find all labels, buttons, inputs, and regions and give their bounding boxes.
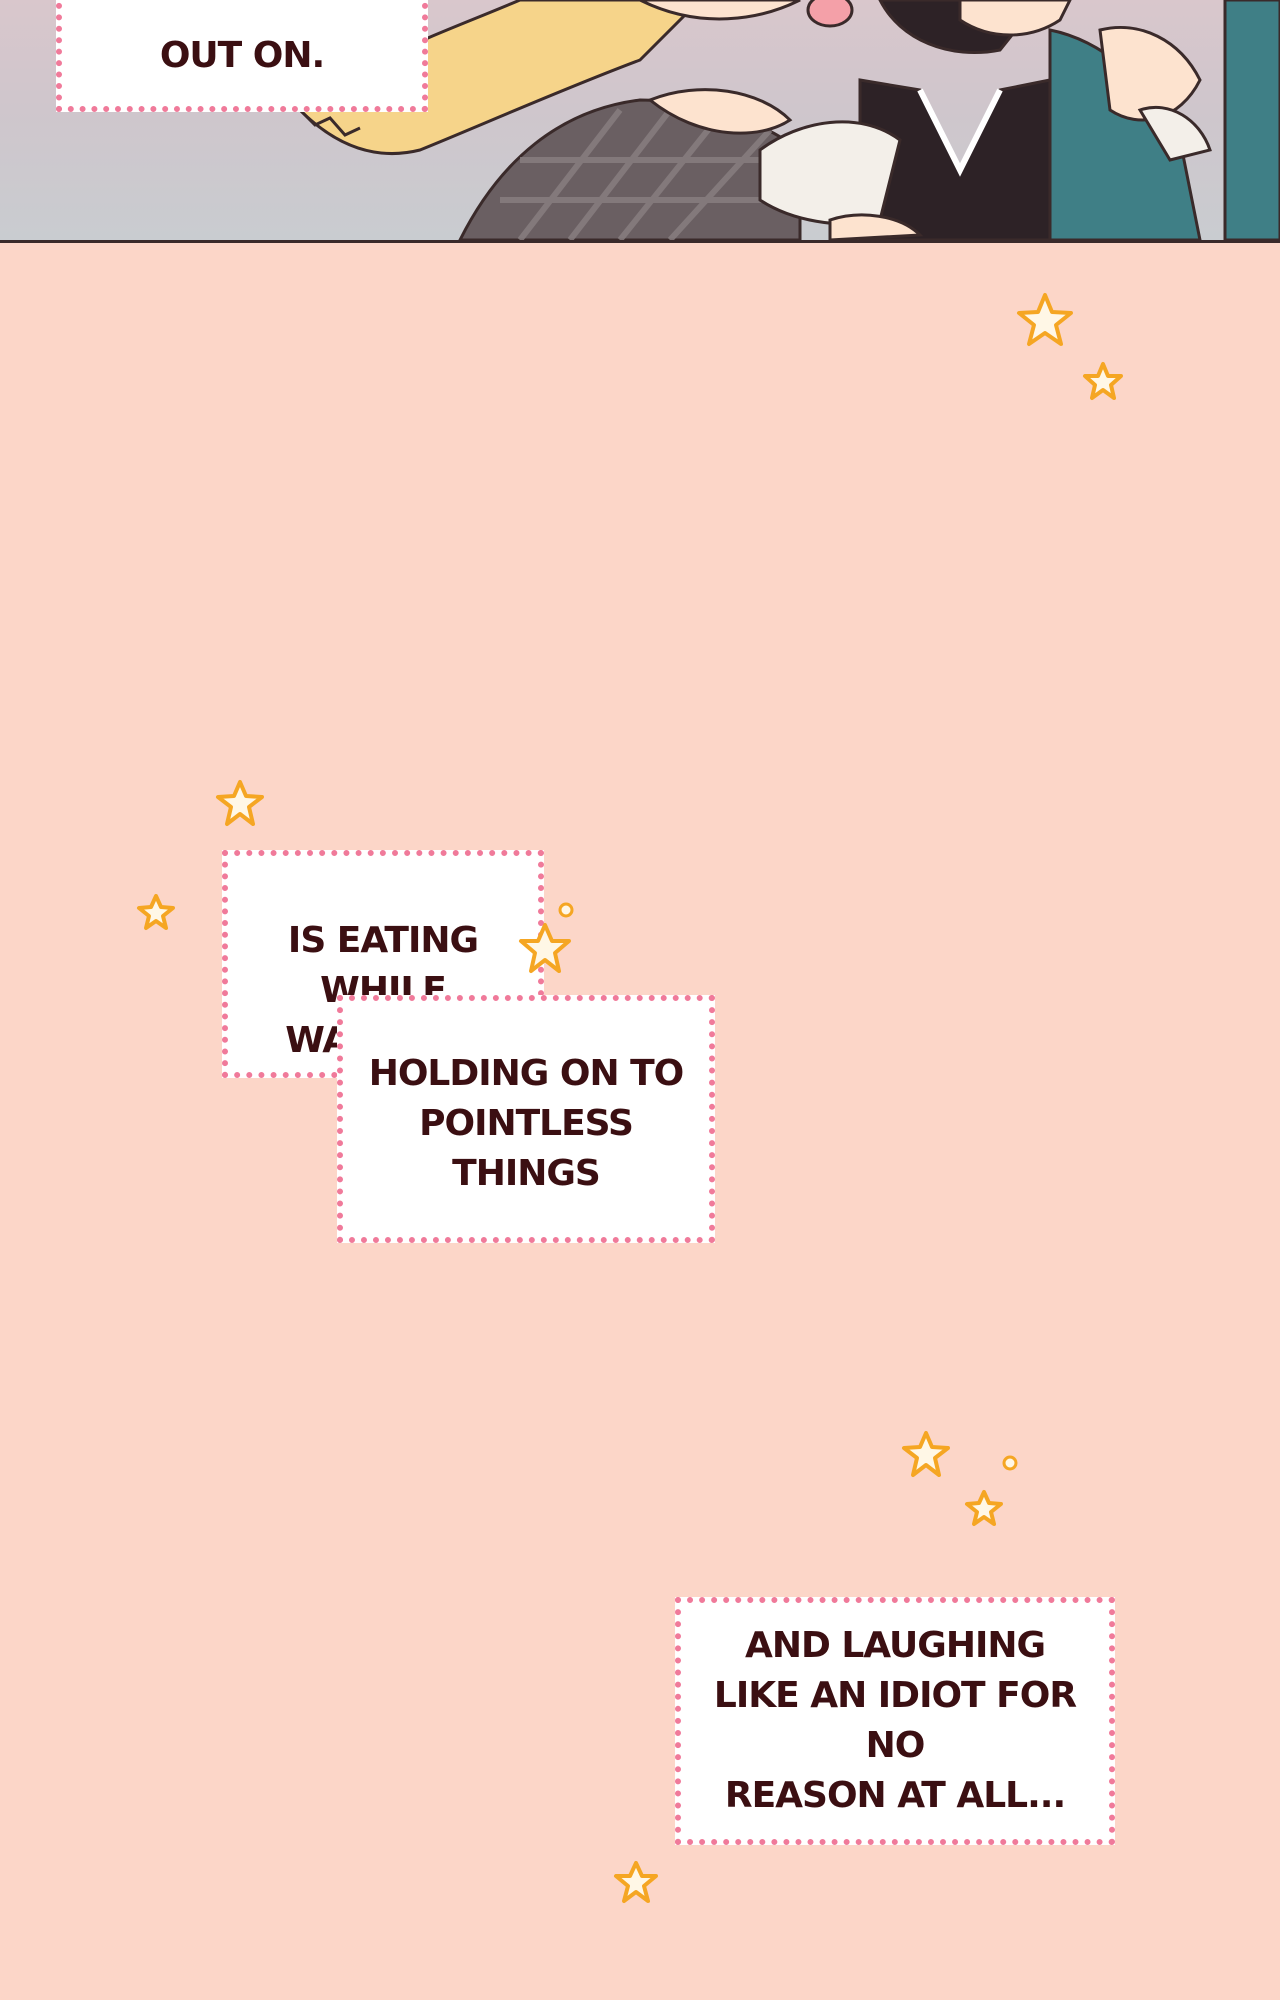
star-icon (1017, 293, 1073, 346)
caption-text-out-on: OUT ON. (159, 35, 325, 76)
caption-box-laughing: AND LAUGHING LIKE AN IDIOT FOR NO REASON… (675, 1597, 1115, 1845)
star-icon (519, 923, 571, 973)
caption-text-laughing: AND LAUGHING LIKE AN IDIOT FOR NO REASON… (713, 1625, 1077, 1816)
star-icon (902, 1431, 950, 1477)
caption-box-out-on: OUT ON. (56, 0, 428, 112)
star-icon (614, 1861, 658, 1903)
star-icon (216, 780, 264, 826)
caption-box-holding: HOLDING ON TO POINTLESS THINGS (337, 995, 715, 1243)
star-icon (965, 1490, 1003, 1526)
star-icon (1083, 362, 1123, 400)
dot-icon (558, 902, 574, 918)
caption-text-holding: HOLDING ON TO POINTLESS THINGS (368, 1053, 685, 1194)
star-icon (137, 894, 175, 930)
dot-icon (1002, 1455, 1018, 1471)
